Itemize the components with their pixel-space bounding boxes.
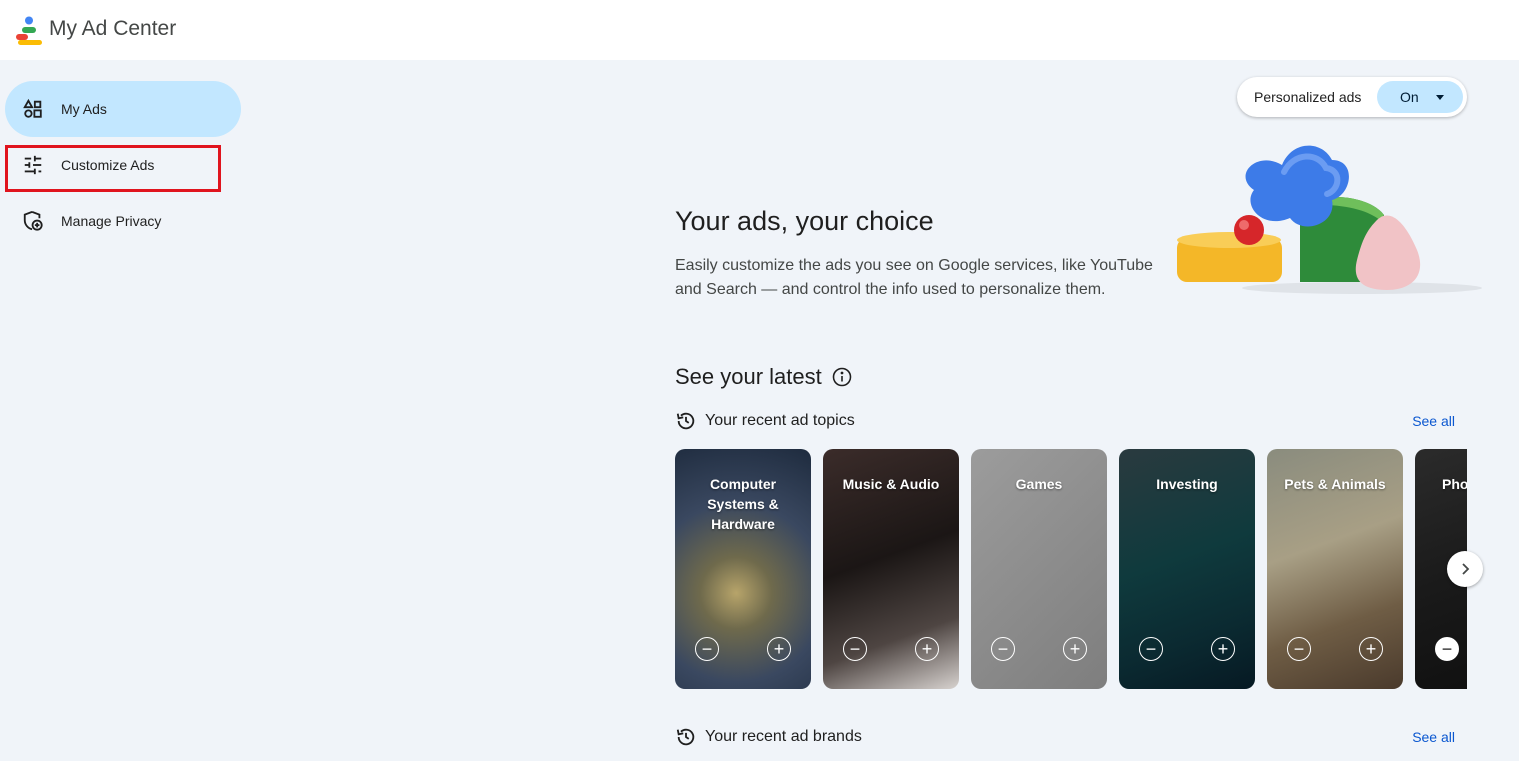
like-topic-button[interactable]: + <box>1211 637 1235 661</box>
history-icon <box>676 412 695 430</box>
see-all-brands-link[interactable]: See all <box>1412 729 1455 745</box>
recent-brands-label: Your recent ad brands <box>705 728 862 745</box>
hero-description: Easily customize the ads you see on Goog… <box>675 257 1153 298</box>
sidebar-item-manage-privacy[interactable]: Manage Privacy <box>5 193 241 249</box>
recent-brands-header: Your recent ad brands See all <box>675 725 1465 749</box>
recent-topics-label: Your recent ad topics <box>705 412 855 429</box>
topic-card[interactable]: Pets & Animals − + <box>1267 449 1403 689</box>
recent-topics-header: Your recent ad topics See all <box>675 409 1465 433</box>
block-topic-button[interactable]: − <box>695 637 719 661</box>
topics-carousel: Computer Systems & Hardware − + Music & … <box>675 449 1467 689</box>
my-ad-center-logo <box>16 16 42 45</box>
topic-card[interactable]: Investing − + <box>1119 449 1255 689</box>
block-topic-button[interactable]: − <box>1287 637 1311 661</box>
sliders-icon <box>24 155 42 175</box>
topic-title: Investing <box>1156 476 1218 492</box>
caret-down-icon <box>1435 94 1444 100</box>
sidebar-item-customize-ads[interactable]: Customize Ads <box>5 137 241 193</box>
personalized-ads-label: Personalized ads <box>1254 89 1362 105</box>
history-icon <box>676 728 695 746</box>
block-topic-button[interactable]: − <box>843 637 867 661</box>
like-topic-button[interactable]: + <box>1359 637 1383 661</box>
topic-title: Pho <box>1442 476 1467 492</box>
topic-title: Computer Systems & Hardware <box>707 476 779 532</box>
section-title: See your latest <box>675 364 852 390</box>
personalized-ads-value: On <box>1400 89 1419 105</box>
like-topic-button[interactable]: + <box>767 637 791 661</box>
topic-title: Games <box>1015 476 1063 492</box>
hero-title: Your ads, your choice <box>675 206 934 236</box>
info-icon[interactable] <box>832 367 852 387</box>
see-all-topics-link[interactable]: See all <box>1412 413 1455 429</box>
sidebar-item-my-ads[interactable]: My Ads <box>5 81 241 137</box>
my-ads-icon <box>23 98 42 118</box>
app-title: My Ad Center <box>49 17 177 40</box>
topic-card[interactable]: Games − + <box>971 449 1107 689</box>
sidebar-item-label: Customize Ads <box>61 157 155 173</box>
block-topic-button[interactable]: − <box>1139 637 1163 661</box>
topic-title: Pets & Animals <box>1284 476 1386 492</box>
shield-privacy-icon <box>23 210 43 231</box>
top-bar: My Ad Center <box>0 0 1519 60</box>
like-topic-button[interactable]: + <box>1063 637 1087 661</box>
chevron-right-icon <box>1462 563 1470 575</box>
section-title-text: See your latest <box>675 364 822 389</box>
carousel-next-button[interactable] <box>1447 551 1483 587</box>
hero-illustration <box>1177 145 1482 294</box>
sidebar-item-label: My Ads <box>61 101 107 117</box>
topic-title: Music & Audio <box>842 476 940 492</box>
block-topic-button[interactable]: − <box>991 637 1015 661</box>
personalized-ads-toggle: Personalized ads On <box>1237 77 1467 117</box>
block-topic-button[interactable]: − <box>1435 637 1459 661</box>
personalized-ads-dropdown[interactable]: On <box>1377 81 1463 113</box>
sidebar-item-label: Manage Privacy <box>61 213 162 229</box>
topic-card[interactable]: Music & Audio − + <box>823 449 959 689</box>
like-topic-button[interactable]: + <box>915 637 939 661</box>
topic-card[interactable]: Computer Systems & Hardware − + <box>675 449 811 689</box>
